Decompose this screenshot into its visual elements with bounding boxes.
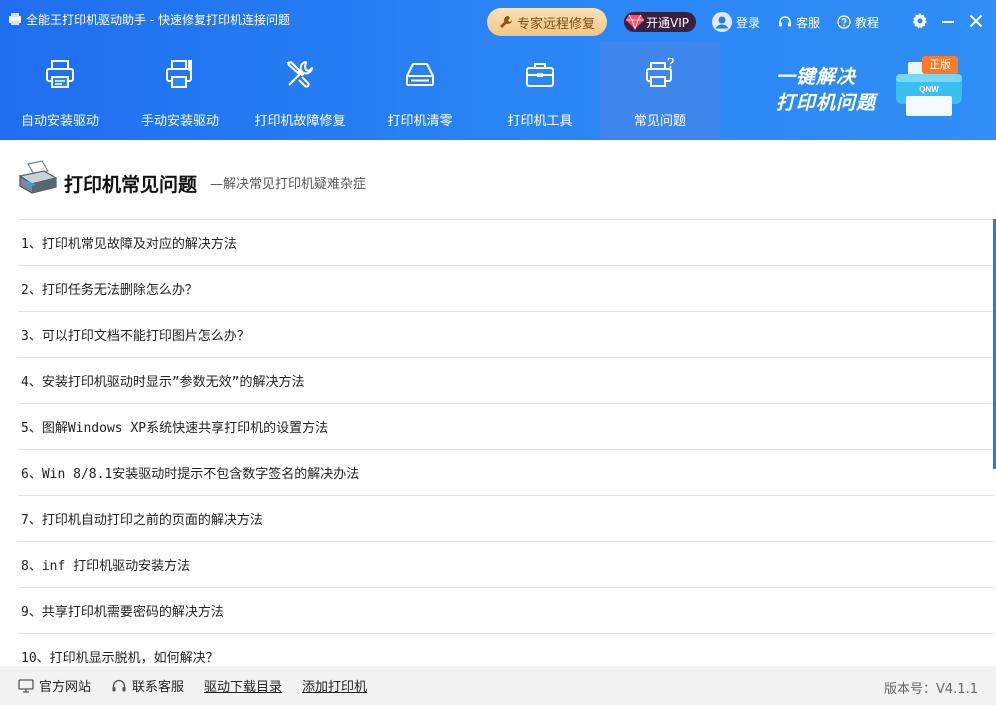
tab-printer-tools[interactable]: 打印机工具	[480, 42, 600, 140]
printer-question-icon	[646, 58, 674, 87]
tab-label: 打印机清零	[387, 114, 453, 129]
main-nav: 自动安装驱动 手动安装驱动 打印机故障修复 打印机清零 打印机工具 常见问题	[0, 42, 720, 140]
driver-download-link[interactable]: 驱动下载目录	[204, 676, 282, 695]
official-website-label: 官方网站	[39, 680, 92, 695]
app-logo-icon	[9, 13, 21, 25]
promo-line-1: 一键解决	[776, 66, 857, 88]
close-icon[interactable]	[968, 13, 984, 29]
toolbox-icon	[526, 63, 554, 87]
footer: 官方网站 联系客服 驱动下载目录 添加打印机 版本号：V4.1.1	[0, 666, 996, 705]
minimize-icon[interactable]	[940, 13, 956, 29]
tab-label: 自动安装驱动	[20, 114, 99, 129]
genuine-badge: 正版	[922, 56, 958, 74]
open-vip-button[interactable]: 开通VIP	[624, 12, 696, 32]
open-vip-label: 开通VIP	[646, 15, 689, 30]
headset-icon	[779, 16, 791, 27]
tab-printer-fault-repair[interactable]: 打印机故障修复	[240, 42, 360, 140]
promo-slogan: 一键解决 打印机问题	[776, 64, 876, 116]
faq-item-6[interactable]: 6、Win 8/8.1安装驱动时提示不包含数字签名的解决办法	[18, 449, 994, 495]
tab-faq[interactable]: 常见问题	[600, 42, 720, 140]
login-button[interactable]: 登录	[712, 12, 760, 32]
header: 全能王打印机驱动助手 - 快速修复打印机连接问题 专家远程修复 开通VIP 登录…	[0, 0, 996, 140]
faq-item-3[interactable]: 3、可以打印文档不能打印图片怎么办？	[18, 311, 994, 357]
customer-service-label: 客服	[796, 15, 821, 30]
headset-icon	[112, 679, 126, 691]
faq-list: 1、打印机常见故障及对应的解决方法 2、打印任务无法删除怎么办？ 3、可以打印文…	[18, 219, 994, 679]
customer-service-button[interactable]: 客服	[778, 12, 820, 32]
help-circle-icon	[837, 15, 851, 29]
tab-printer-reset[interactable]: 打印机清零	[360, 42, 480, 140]
tab-label: 手动安装驱动	[140, 114, 219, 129]
tab-auto-install-driver[interactable]: 自动安装驱动	[0, 42, 120, 140]
contact-service-link[interactable]: 联系客服	[111, 676, 184, 695]
window-title: 全能王打印机驱动助手 - 快速修复打印机连接问题	[26, 13, 290, 27]
user-avatar-icon	[712, 12, 732, 32]
app-window: 全能王打印机驱动助手 - 快速修复打印机连接问题 专家远程修复 开通VIP 登录…	[0, 0, 996, 705]
printer-icon	[46, 60, 74, 88]
tab-label: 打印机故障修复	[254, 114, 346, 129]
faq-item-1[interactable]: 1、打印机常见故障及对应的解决方法	[18, 219, 994, 265]
contact-service-label: 联系客服	[132, 680, 185, 695]
footer-links: 官方网站 联系客服 驱动下载目录 添加打印机	[18, 676, 367, 695]
monitor-icon	[18, 678, 34, 693]
tutorial-button[interactable]: 教程	[837, 12, 879, 32]
tutorial-label: 教程	[855, 15, 880, 30]
add-printer-link[interactable]: 添加打印机	[302, 676, 367, 695]
wrench-screwdriver-icon	[286, 60, 313, 88]
faq-item-4[interactable]: 4、安装打印机驱动时显示”参数无效”的解决方法	[18, 357, 994, 403]
printer-logo-icon	[18, 160, 58, 194]
printer-hand-icon	[166, 60, 192, 88]
tab-label: 打印机工具	[507, 114, 573, 129]
official-website-link[interactable]: 官方网站	[18, 676, 91, 695]
version-label: 版本号：V4.1.1	[884, 682, 978, 697]
faq-item-9[interactable]: 9、共享打印机需要密码的解决方法	[18, 587, 994, 633]
expert-remote-repair-label: 专家远程修复	[516, 16, 595, 32]
title-bar: 全能王打印机驱动助手 - 快速修复打印机连接问题 专家远程修复 开通VIP 登录…	[0, 0, 996, 42]
faq-item-2[interactable]: 2、打印任务无法删除怎么办？	[18, 265, 994, 311]
diamond-icon	[626, 14, 644, 30]
faq-item-5[interactable]: 5、图解Windows XP系统快速共享打印机的设置方法	[18, 403, 994, 449]
promo-brand: QNW	[919, 85, 939, 94]
promo-line-2: 打印机问题	[776, 92, 877, 114]
page-subtitle: —解决常见打印机疑难杂症	[210, 177, 367, 192]
faq-item-8[interactable]: 8、inf 打印机驱动安装方法	[18, 541, 994, 587]
tab-label: 常见问题	[633, 114, 686, 129]
scanner-icon	[406, 63, 434, 86]
wrench-icon	[499, 16, 512, 28]
promo-banner[interactable]: 一键解决 打印机问题 QNW 正版	[770, 50, 970, 134]
settings-gear-icon[interactable]	[912, 13, 928, 29]
section-header: 打印机常见问题 —解决常见打印机疑难杂症	[18, 158, 618, 198]
expert-remote-repair-button[interactable]: 专家远程修复	[487, 8, 607, 36]
tab-manual-install-driver[interactable]: 手动安装驱动	[120, 42, 240, 140]
login-label: 登录	[736, 15, 761, 30]
faq-item-7[interactable]: 7、打印机自动打印之前的页面的解决方法	[18, 495, 994, 541]
page-title: 打印机常见问题	[64, 174, 198, 196]
